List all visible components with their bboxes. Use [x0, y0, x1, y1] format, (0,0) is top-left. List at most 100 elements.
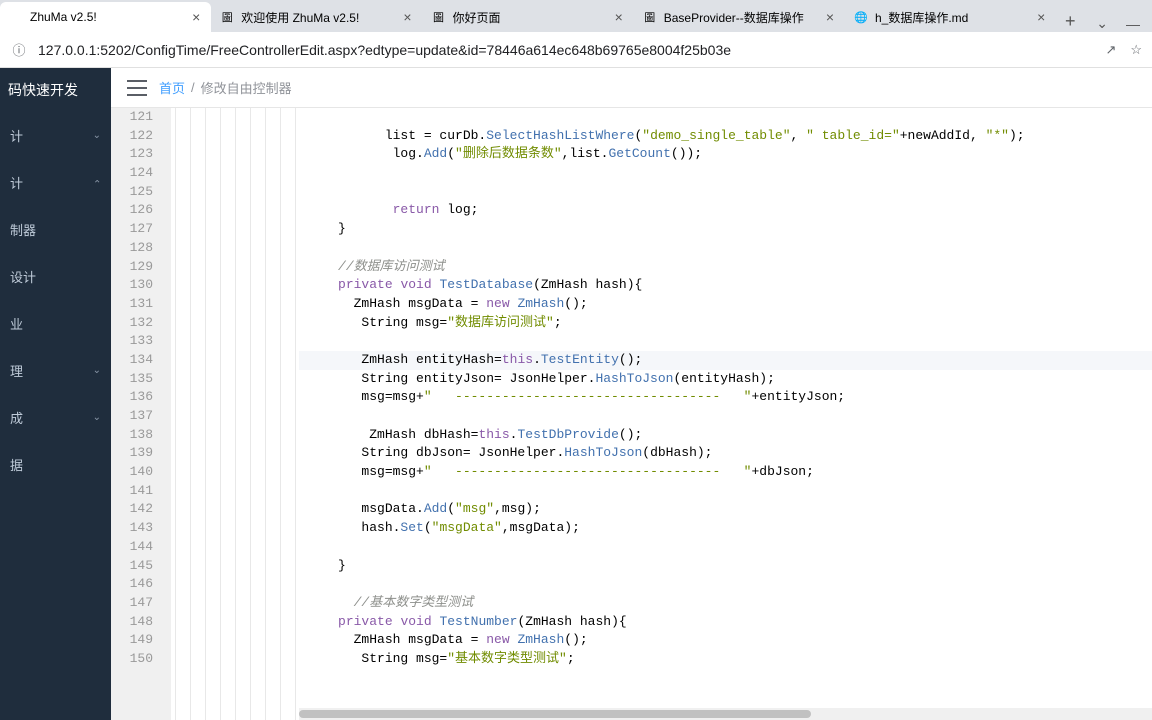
code-line[interactable]: } — [299, 557, 1152, 576]
line-number: 135 — [111, 370, 153, 389]
code-line[interactable]: //基本数字类型测试 — [299, 594, 1152, 613]
line-number: 125 — [111, 183, 153, 202]
code-line[interactable]: msg=msg+" ------------------------------… — [299, 463, 1152, 482]
site-info-icon[interactable]: ⓘ — [10, 41, 28, 59]
code-line[interactable]: String msg="数据库访问测试"; — [299, 314, 1152, 333]
scrollbar-thumb[interactable] — [299, 710, 811, 718]
line-number: 142 — [111, 500, 153, 519]
line-number: 138 — [111, 426, 153, 445]
line-number: 133 — [111, 332, 153, 351]
code-line[interactable]: String entityJson= JsonHelper.HashToJson… — [299, 370, 1152, 389]
browser-tab[interactable]: ZhuMa v2.5! × — [0, 2, 211, 32]
tab-close-icon[interactable]: × — [1034, 10, 1048, 24]
code-line[interactable]: ZmHash msgData = new ZmHash(); — [299, 295, 1152, 314]
sidebar-item[interactable]: 制器 — [0, 206, 111, 253]
code-editor[interactable]: 1211221231241251261271281291301311321331… — [111, 108, 1152, 720]
new-tab-button[interactable]: + — [1056, 11, 1084, 32]
sidebar-item-label: 据 — [10, 455, 23, 474]
url-input[interactable] — [38, 42, 1095, 58]
code-line[interactable] — [299, 239, 1152, 258]
browser-tab[interactable]: 圖你好页面× — [423, 2, 634, 32]
code-line[interactable] — [299, 332, 1152, 351]
code-line[interactable]: String dbJson= JsonHelper.HashToJson(dbH… — [299, 444, 1152, 463]
tab-favicon-icon — [8, 9, 24, 25]
code-line[interactable]: ZmHash msgData = new ZmHash(); — [299, 631, 1152, 650]
line-number: 130 — [111, 276, 153, 295]
line-number: 147 — [111, 594, 153, 613]
tab-close-icon[interactable]: × — [823, 10, 837, 24]
tab-close-icon[interactable]: × — [189, 10, 203, 24]
line-number: 139 — [111, 444, 153, 463]
code-line[interactable]: } — [299, 220, 1152, 239]
tab-favicon-icon: 圖 — [431, 9, 447, 25]
line-number: 136 — [111, 388, 153, 407]
code-line[interactable] — [299, 108, 1152, 127]
line-number: 122 — [111, 127, 153, 146]
code-line[interactable] — [299, 183, 1152, 202]
line-number: 126 — [111, 201, 153, 220]
code-line[interactable]: private void TestNumber(ZmHash hash){ — [299, 613, 1152, 632]
sidebar-item[interactable]: 业 — [0, 300, 111, 347]
window-min-icon[interactable]: — — [1126, 16, 1140, 32]
code-line[interactable]: log.Add("删除后数据条数",list.GetCount()); — [299, 145, 1152, 164]
sidebar-item[interactable]: 理⌄ — [0, 347, 111, 394]
code-line[interactable]: //数据库访问测试 — [299, 258, 1152, 277]
tab-favicon-icon: 圖 — [642, 9, 658, 25]
sidebar: 码快速开发 计⌄计⌄制器设计业理⌄成⌄据 — [0, 68, 111, 720]
line-number: 129 — [111, 258, 153, 277]
address-bar: ⓘ ↗ ☆ — [0, 32, 1152, 68]
code-line[interactable] — [299, 538, 1152, 557]
line-number: 150 — [111, 650, 153, 669]
line-number: 146 — [111, 575, 153, 594]
sidebar-item-label: 成 — [10, 408, 23, 427]
line-number: 143 — [111, 519, 153, 538]
tab-close-icon[interactable]: × — [612, 10, 626, 24]
fold-guides — [171, 108, 299, 720]
sidebar-item[interactable]: 计⌄ — [0, 159, 111, 206]
code-line[interactable]: ZmHash dbHash=this.TestDbProvide(); — [299, 426, 1152, 445]
sidebar-item-label: 制器 — [10, 220, 36, 239]
breadcrumb-home[interactable]: 首页 — [159, 78, 185, 97]
breadcrumb-current: 修改自由控制器 — [201, 78, 292, 97]
code-line[interactable]: hash.Set("msgData",msgData); — [299, 519, 1152, 538]
line-number: 127 — [111, 220, 153, 239]
sidebar-item[interactable]: 设计 — [0, 253, 111, 300]
code-line[interactable]: private void TestDatabase(ZmHash hash){ — [299, 276, 1152, 295]
code-line[interactable] — [299, 407, 1152, 426]
browser-tab[interactable]: 🌐h_数据库操作.md× — [845, 2, 1056, 32]
tab-title: 欢迎使用 ZhuMa v2.5! — [241, 9, 394, 26]
code-line[interactable]: String msg="基本数字类型测试"; — [299, 650, 1152, 669]
code-line[interactable]: msg=msg+" ------------------------------… — [299, 388, 1152, 407]
code-line[interactable]: list = curDb.SelectHashListWhere("demo_s… — [299, 127, 1152, 146]
tab-favicon-icon: 圖 — [219, 9, 235, 25]
line-number: 148 — [111, 613, 153, 632]
line-number: 124 — [111, 164, 153, 183]
line-number: 132 — [111, 314, 153, 333]
share-icon[interactable]: ↗ — [1105, 42, 1116, 58]
tab-close-icon[interactable]: × — [401, 10, 415, 24]
code-line[interactable]: return log; — [299, 201, 1152, 220]
code-line[interactable] — [299, 164, 1152, 183]
horizontal-scrollbar[interactable] — [299, 708, 1152, 720]
sidebar-item[interactable]: 计⌄ — [0, 112, 111, 159]
line-number: 137 — [111, 407, 153, 426]
bookmark-star-icon[interactable]: ☆ — [1130, 42, 1142, 58]
menu-toggle-icon[interactable] — [127, 80, 147, 96]
code-line[interactable]: ZmHash entityHash=this.TestEntity(); — [299, 351, 1152, 370]
sidebar-item-label: 设计 — [10, 267, 36, 286]
chevron-down-icon: ⌄ — [93, 130, 101, 141]
sidebar-item[interactable]: 据 — [0, 441, 111, 488]
code-line[interactable] — [299, 482, 1152, 501]
tab-title: ZhuMa v2.5! — [30, 10, 183, 24]
line-number: 144 — [111, 538, 153, 557]
code-line[interactable] — [299, 575, 1152, 594]
breadcrumb: 首页 / 修改自由控制器 — [159, 78, 292, 97]
code-content[interactable]: list = curDb.SelectHashListWhere("demo_s… — [299, 108, 1152, 720]
browser-tab[interactable]: 圖欢迎使用 ZhuMa v2.5! × — [211, 2, 422, 32]
window-dropdown-icon[interactable]: ⌄ — [1096, 15, 1108, 32]
line-number: 128 — [111, 239, 153, 258]
browser-tab[interactable]: 圖BaseProvider--数据库操作× — [634, 2, 845, 32]
sidebar-item[interactable]: 成⌄ — [0, 394, 111, 441]
code-line[interactable]: msgData.Add("msg",msg); — [299, 500, 1152, 519]
tab-favicon-icon: 🌐 — [853, 9, 869, 25]
